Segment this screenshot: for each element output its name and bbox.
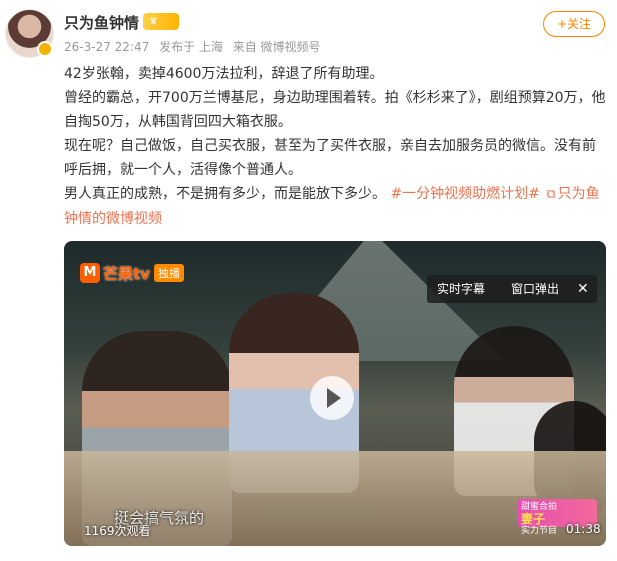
video-overlay-menu: 实时字幕 窗口弹出 ✕ [427,275,597,303]
verified-badge-icon [37,41,53,57]
popout-window-button[interactable]: 窗口弹出 [511,275,559,303]
author-name[interactable]: 只为鱼钟情 [64,12,139,33]
content-line-4: 男人真正的成熟，不是拥有多少，而是能放下多少。 #一分钟视频助燃计划# ⧉ 只为鱼… [64,182,609,231]
post-meta: 26-3-27 22:47 发布于 上海 来自 微博视频号 [64,38,327,55]
crown-icon: ♛ [149,16,158,27]
topic-link[interactable]: #一分钟视频助燃计划# [390,186,539,202]
content-line-4-text: 男人真正的成熟，不是拥有多少，而是能放下多少。 [64,186,386,202]
level-badge: ♛ [143,13,179,30]
mgtv-brand-text: 芒果tv [103,264,150,283]
post-date[interactable]: 26-3-27 22:47 [64,40,149,54]
mgtv-logo: M 芒果tv 独播 [80,260,184,286]
mgtv-icon: M [80,263,100,283]
content-line-3: 现在呢？自己做饭，自己买衣服，甚至为了买件衣服，亲自去加服务员的微信。没有前呼后… [64,138,596,178]
follow-button[interactable]: +关注 [543,11,605,37]
close-icon[interactable]: ✕ [577,275,589,303]
view-count: 1169次观看 [84,524,151,538]
post-source: 来自 微博视频号 [232,40,321,54]
post-location: 发布于 上海 [159,40,223,54]
post-content: 42岁张翰，卖掉4600万法拉利，辞退了所有助理。 曾经的霸总，开700万兰博基… [64,62,609,231]
live-subtitles-button[interactable]: 实时字幕 [437,275,485,303]
video-duration: 01:38 [566,522,601,536]
content-line-1: 42岁张翰，卖掉4600万法拉利，辞退了所有助理。 [64,66,384,82]
content-line-2: 曾经的霸总，开700万兰博基尼，身边助理围着转。拍《杉杉来了》，剧组预算20万，… [64,90,606,130]
play-icon[interactable] [310,376,354,420]
video-link-icon: ⧉ [546,187,556,202]
mgtv-brand-tag: 独播 [153,264,184,282]
